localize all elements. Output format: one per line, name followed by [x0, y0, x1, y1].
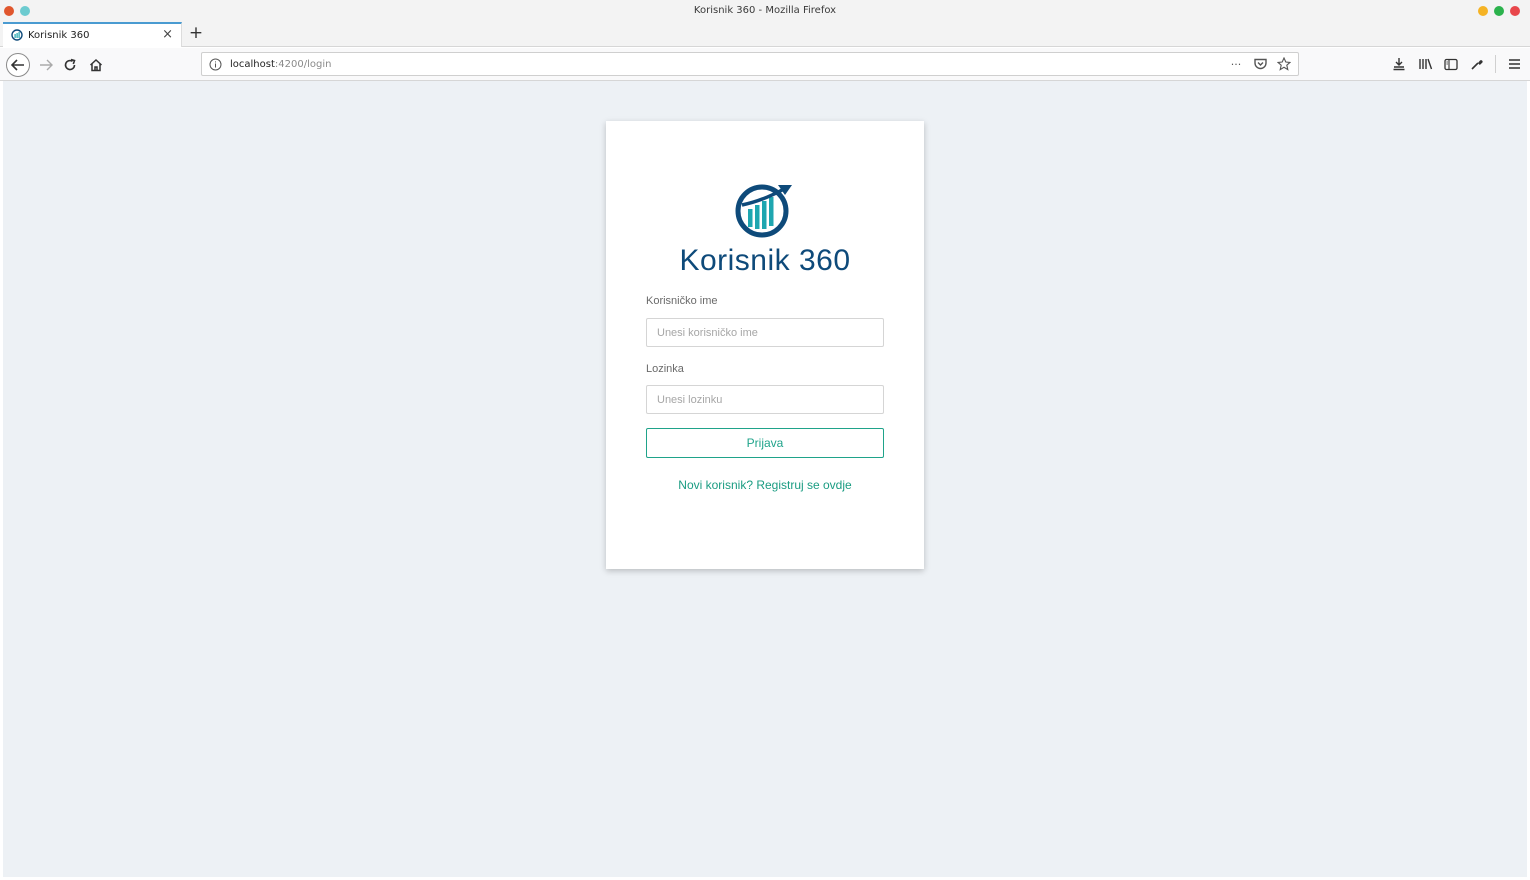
close-window-button[interactable]	[1510, 6, 1520, 16]
login-card: Korisnik 360 Korisničko ime Lozinka Prij…	[606, 121, 924, 569]
minimize-button[interactable]	[1478, 6, 1488, 16]
new-tab-button[interactable]: +	[187, 23, 205, 43]
toolbar-right	[1391, 54, 1522, 74]
back-button[interactable]	[6, 53, 30, 77]
window-controls	[1478, 6, 1520, 16]
window-titlebar: Korisnik 360 - Mozilla Firefox	[0, 0, 1530, 22]
url-host: localhost	[230, 59, 275, 70]
info-icon[interactable]	[209, 58, 222, 71]
username-input[interactable]	[646, 318, 884, 347]
forward-button[interactable]	[34, 53, 58, 77]
login-button[interactable]: Prijava	[646, 428, 884, 458]
tab-label: Korisnik 360	[28, 30, 90, 41]
url-path: :4200/login	[274, 59, 332, 70]
forward-arrow-icon	[40, 59, 53, 71]
site-favicon-icon	[11, 29, 23, 41]
back-arrow-icon	[11, 59, 24, 71]
pocket-icon[interactable]	[1252, 56, 1268, 72]
home-icon	[89, 58, 103, 72]
password-label: Lozinka	[646, 363, 684, 375]
sidebar-icon[interactable]	[1443, 54, 1459, 74]
home-button[interactable]	[84, 53, 108, 77]
chart-logo-icon	[735, 184, 792, 238]
library-icon[interactable]	[1417, 54, 1433, 74]
reload-button[interactable]	[58, 53, 82, 77]
bookmark-star-icon[interactable]	[1276, 56, 1292, 72]
brand-title: Korisnik 360	[679, 244, 851, 277]
password-input[interactable]	[646, 385, 884, 414]
tab-strip: Korisnik 360 × +	[0, 22, 1530, 47]
eyedropper-icon[interactable]	[1469, 54, 1485, 74]
page-viewport: Korisnik 360 Korisničko ime Lozinka Prij…	[3, 81, 1527, 877]
register-link[interactable]: Novi korisnik? Registruj se ovdje	[606, 478, 924, 492]
page-actions-icon[interactable]: ···	[1228, 56, 1244, 72]
maximize-button[interactable]	[1494, 6, 1504, 16]
hamburger-menu-icon[interactable]	[1506, 54, 1522, 74]
tab-korisnik-360[interactable]: Korisnik 360 ×	[3, 22, 182, 47]
url-actions: ···	[1228, 56, 1292, 72]
reload-icon	[64, 58, 76, 71]
close-icon[interactable]: ×	[162, 27, 173, 42]
navigation-toolbar: localhost:4200/login ···	[0, 48, 1530, 81]
url-text[interactable]: localhost:4200/login	[230, 59, 331, 70]
url-bar[interactable]: localhost:4200/login ···	[201, 52, 1299, 76]
username-label: Korisničko ime	[646, 295, 718, 307]
toolbar-separator	[1495, 55, 1496, 73]
downloads-icon[interactable]	[1391, 54, 1407, 74]
window-title: Korisnik 360 - Mozilla Firefox	[693, 5, 837, 16]
